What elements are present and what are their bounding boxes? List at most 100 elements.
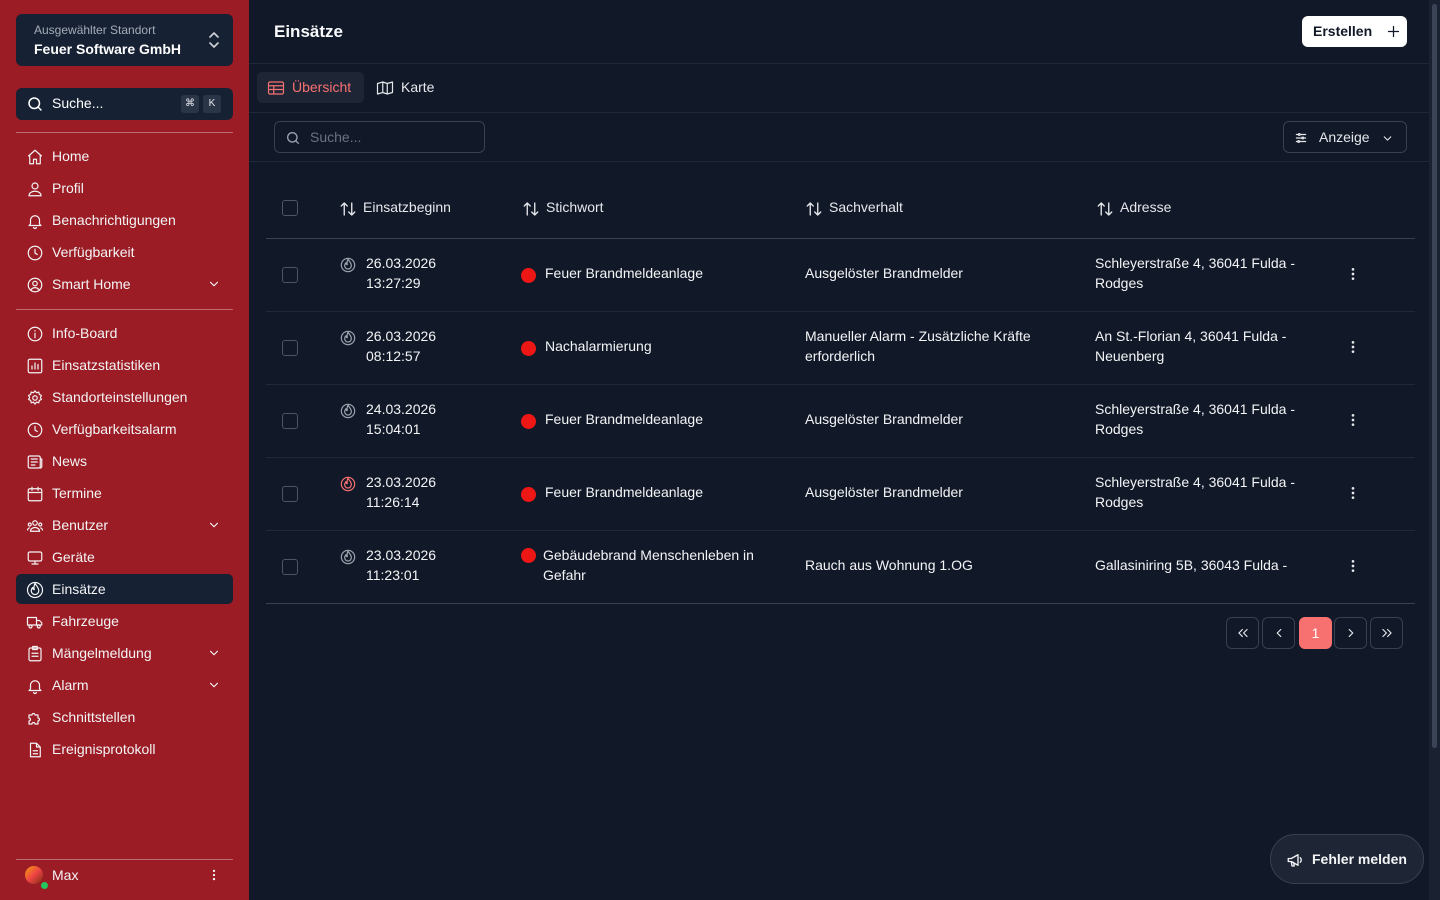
table-row[interactable]: 26.03.2026 13:27:29 Feuer Brandmeldeanla… (266, 239, 1415, 312)
row-checkbox[interactable] (282, 267, 298, 283)
table-row[interactable]: 26.03.2026 08:12:57 Nachalarmierung Manu… (266, 312, 1415, 385)
sidebar-item-einsaetze[interactable]: Einsätze (16, 574, 233, 604)
row-address: An St.-Florian 4, 36041 Fulda - Neuenber… (1095, 328, 1287, 364)
scrollbar-thumb[interactable] (1432, 4, 1437, 748)
sidebar-item-label: Home (52, 148, 90, 164)
row-address: Schleyerstraße 4, 36041 Fulda - Rodges (1095, 474, 1295, 510)
previous-page-button[interactable] (1262, 617, 1295, 649)
last-page-button[interactable] (1370, 617, 1403, 649)
table-row[interactable]: 23.03.2026 11:23:01 Gebäudebrand Mensche… (266, 531, 1415, 604)
more-vertical-icon[interactable] (1345, 339, 1361, 355)
first-page-button[interactable] (1226, 617, 1259, 649)
sidebar-item-verfuegbarkeitsalarm[interactable]: Verfügbarkeitsalarm (16, 414, 233, 444)
status-dot (521, 341, 536, 356)
sidebar-item-home[interactable]: Home (16, 141, 233, 171)
location-selector[interactable]: Ausgewählter Standort Feuer Software Gmb… (16, 14, 233, 66)
report-bug-button[interactable]: Fehler melden (1270, 834, 1424, 884)
tab-label: Karte (401, 79, 435, 95)
document-icon (26, 741, 44, 759)
megaphone-icon (1286, 851, 1304, 869)
plus-icon (1386, 24, 1401, 39)
clock-icon (26, 421, 44, 439)
more-vertical-icon[interactable] (207, 868, 221, 882)
flame-icon (340, 476, 356, 492)
sidebar-item-benachrichtigungen[interactable]: Benachrichtigungen (16, 205, 233, 235)
sidebar-item-label: Ereignisprotokoll (52, 741, 156, 757)
sidebar-item-label: Einsatzstatistiken (52, 357, 161, 373)
more-vertical-icon[interactable] (1345, 485, 1361, 501)
sidebar-item-ereignisprotokoll[interactable]: Ereignisprotokoll (16, 734, 233, 764)
gear-icon (26, 389, 44, 407)
report-bug-label: Fehler melden (1312, 851, 1407, 867)
row-checkbox[interactable] (282, 486, 298, 502)
flame-icon (340, 403, 356, 419)
tab-uebersicht[interactable]: Übersicht (257, 72, 364, 103)
row-checkbox[interactable] (282, 559, 298, 575)
row-time: 13:27:29 (366, 275, 421, 291)
table-search-input[interactable]: Suche... (274, 121, 485, 153)
chevron-down-icon[interactable] (207, 646, 221, 660)
table-row[interactable]: 24.03.2026 15:04:01 Feuer Brandmeldeanla… (266, 385, 1415, 458)
sidebar-divider (16, 309, 233, 310)
row-date: 24.03.2026 (366, 401, 437, 417)
sidebar-item-fahrzeuge[interactable]: Fahrzeuge (16, 606, 233, 636)
row-checkbox[interactable] (282, 413, 298, 429)
view-options-button[interactable]: Anzeige (1283, 121, 1407, 153)
sidebar-item-benutzer[interactable]: Benutzer (16, 510, 233, 540)
row-subject: Rauch aus Wohnung 1.OG (805, 557, 973, 573)
table-row[interactable]: 23.03.2026 11:26:14 Feuer Brandmeldeanla… (266, 458, 1415, 531)
calendar-icon (26, 485, 44, 503)
sidebar-item-alarm[interactable]: Alarm (16, 670, 233, 700)
sidebar-item-standorteinstellungen[interactable]: Standorteinstellungen (16, 382, 233, 412)
table-toolbar: Suche... Anzeige (249, 113, 1429, 162)
sidebar-item-smart-home[interactable]: Smart Home (16, 269, 233, 299)
table-icon (267, 80, 285, 96)
sidebar-item-label: Geräte (52, 549, 95, 565)
sidebar-item-news[interactable]: News (16, 446, 233, 476)
clock-icon (26, 244, 44, 262)
sidebar-item-geraete[interactable]: Geräte (16, 542, 233, 572)
chart-icon (26, 357, 44, 375)
scrollbar[interactable] (1429, 0, 1440, 900)
info-icon (26, 325, 44, 343)
status-dot (521, 414, 536, 429)
sidebar-item-schnittstellen[interactable]: Schnittstellen (16, 702, 233, 732)
sliders-icon (1294, 131, 1308, 145)
user-menu[interactable]: Max (16, 860, 233, 890)
sidebar-item-profil[interactable]: Profil (16, 173, 233, 203)
sidebar-item-label: Mängelmeldung (52, 645, 152, 661)
flame-icon (26, 581, 44, 599)
chevron-down-icon[interactable] (207, 277, 221, 291)
row-checkbox[interactable] (282, 340, 298, 356)
chevron-down-icon[interactable] (207, 518, 221, 532)
chevrons-right-icon (1380, 626, 1394, 640)
status-dot (521, 487, 536, 502)
chevron-down-icon[interactable] (207, 678, 221, 692)
view-tabs: Übersicht Karte (249, 64, 1429, 113)
status-dot (521, 268, 536, 283)
create-button[interactable]: Erstellen (1302, 16, 1407, 47)
chevron-up-down-icon (207, 31, 221, 49)
next-page-button[interactable] (1334, 617, 1367, 649)
page-1-button[interactable]: 1 (1299, 617, 1332, 649)
chevron-right-icon (1344, 626, 1358, 640)
sidebar-item-verfuegbarkeit[interactable]: Verfügbarkeit (16, 237, 233, 267)
select-all-checkbox[interactable] (282, 200, 298, 216)
flame-icon (340, 257, 356, 273)
sidebar-search[interactable]: Suche... ⌘ K (16, 88, 233, 120)
row-time: 15:04:01 (366, 421, 421, 437)
sidebar-item-einsatzstatistiken[interactable]: Einsatzstatistiken (16, 350, 233, 380)
row-keyword: Feuer Brandmeldeanlage (545, 484, 703, 500)
tab-karte[interactable]: Karte (366, 72, 446, 103)
page-header: Einsätze Erstellen (249, 0, 1429, 64)
sidebar: Ausgewählter Standort Feuer Software Gmb… (0, 0, 249, 900)
sidebar-item-termine[interactable]: Termine (16, 478, 233, 508)
truck-icon (26, 613, 44, 631)
sidebar-item-info-board[interactable]: Info-Board (16, 318, 233, 348)
incidents-table: Einsatzbeginn Stichwort Sachverhalt Adre… (266, 176, 1415, 604)
more-vertical-icon[interactable] (1345, 266, 1361, 282)
location-name: Feuer Software GmbH (34, 41, 182, 57)
more-vertical-icon[interactable] (1345, 558, 1361, 574)
more-vertical-icon[interactable] (1345, 412, 1361, 428)
sidebar-item-maengelmeldung[interactable]: Mängelmeldung (16, 638, 233, 668)
